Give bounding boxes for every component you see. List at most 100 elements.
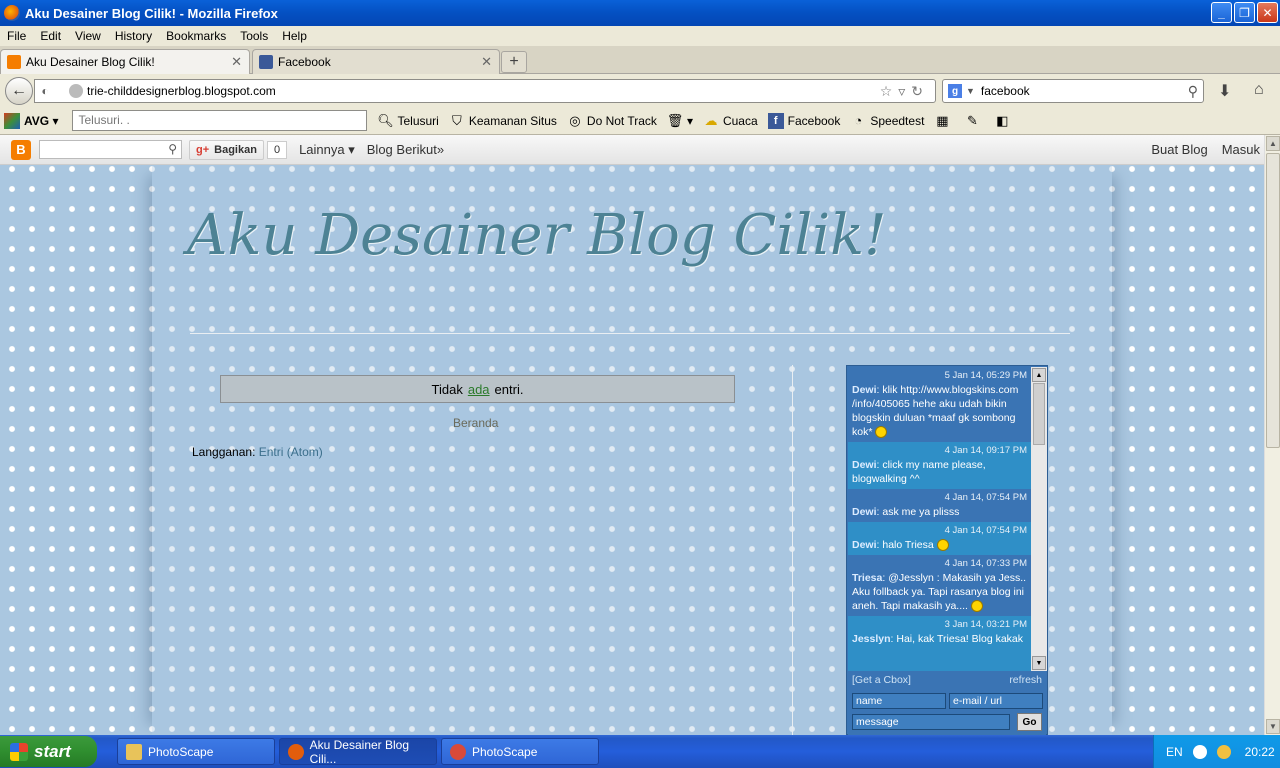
no-posts-link[interactable]: ada	[468, 382, 490, 397]
url-bar[interactable]: ◐ trie-childdesignerblog.blogspot.com ☆▿…	[34, 79, 936, 103]
cbox-message-input[interactable]: message	[852, 714, 1010, 730]
page-scroll-thumb[interactable]	[1266, 153, 1280, 448]
avg-site-safety[interactable]: ⛉ Keamanan Situs	[449, 113, 557, 129]
bookmark-star-icon[interactable]: ☆▿↻	[880, 83, 929, 100]
trash-icon: 🗑︎	[666, 112, 684, 128]
cbox-form: [Get a Cbox] refresh name e-mail / url m…	[848, 673, 1046, 735]
menu-bar: File Edit View History Bookmarks Tools H…	[0, 26, 1280, 46]
get-cbox-link[interactable]: [Get a Cbox]	[852, 674, 911, 686]
share-button[interactable]: g+ Bagikan	[189, 139, 264, 160]
menu-bookmarks[interactable]: Bookmarks	[159, 29, 233, 43]
blogger-search-input[interactable]: ⚲	[39, 140, 182, 159]
blog-title[interactable]: Aku Desainer Blog Cilik!	[187, 203, 887, 268]
speedometer-icon: ◔	[854, 113, 863, 128]
search-input[interactable]: facebook	[981, 84, 1030, 98]
next-blog-link[interactable]: Blog Berikut»	[367, 142, 444, 157]
avg-facebook[interactable]: f Facebook	[767, 112, 840, 129]
smiley-icon	[875, 426, 888, 439]
search-bar[interactable]: g ▼ facebook ⚲	[942, 79, 1204, 103]
page-scrollbar[interactable]: ▲ ▼	[1264, 135, 1280, 735]
sign-in-link[interactable]: Masuk	[1222, 142, 1260, 157]
refresh-link[interactable]: refresh	[1009, 674, 1042, 686]
engine-dropdown-icon[interactable]: ▼	[966, 86, 975, 96]
avg-search-button[interactable]: 🔍︎ Telusuri	[377, 113, 439, 129]
search-icon[interactable]: ⚲	[1188, 83, 1198, 100]
google-plus-icon: g+	[196, 143, 210, 156]
photo-icon: ◧	[996, 112, 1009, 128]
scroll-down-icon[interactable]: ▼	[1032, 656, 1046, 670]
tab-close-icon[interactable]: ✕	[231, 54, 242, 70]
taskbar-item-photoscape-folder[interactable]: PhotoScape	[117, 738, 275, 765]
chat-nick[interactable]: Dewi	[852, 506, 877, 518]
more-dropdown[interactable]: Lainnya ▾	[299, 142, 355, 158]
avg-notepad[interactable]: ✎	[964, 113, 984, 129]
taskbar-item-firefox[interactable]: Aku Desainer Blog Cili...	[279, 738, 437, 766]
cbox-name-input[interactable]: name	[852, 693, 946, 709]
tab-facebook[interactable]: Facebook ✕	[252, 49, 500, 74]
firefox-icon	[288, 743, 304, 760]
avg-search-input[interactable]: Telusuri. .	[72, 110, 368, 131]
chat-nick[interactable]: Dewi	[852, 459, 877, 471]
back-arrow-icon: ←	[11, 82, 27, 99]
atom-feed-link[interactable]: Entri (Atom)	[259, 445, 323, 459]
minimize-button[interactable]: _	[1211, 2, 1232, 23]
scroll-down-icon[interactable]: ▼	[1266, 719, 1280, 734]
identity-icon[interactable]: ◐	[35, 84, 55, 98]
chat-nick[interactable]: Dewi	[852, 384, 877, 396]
chat-nick[interactable]: Triesa	[852, 572, 882, 584]
maximize-button[interactable]: ❐	[1234, 2, 1255, 23]
back-button[interactable]: ←	[5, 77, 33, 105]
system-tray: EN 20:22	[1153, 735, 1280, 768]
avg-weather[interactable]: ☁ Cuaca	[703, 112, 757, 129]
start-button[interactable]: start	[0, 736, 97, 767]
cbox-email-input[interactable]: e-mail / url	[949, 693, 1043, 709]
chat-nick[interactable]: Dewi	[852, 539, 877, 551]
tab-close-icon[interactable]: ✕	[481, 54, 492, 70]
chat-message: 4 Jan 14, 07:33 PM Triesa: @Jesslyn : Ma…	[848, 555, 1031, 616]
shield-icon: ⛉	[451, 112, 462, 128]
blogger-favicon-icon	[7, 55, 21, 69]
new-tab-button[interactable]: +	[501, 51, 527, 73]
avg-logo[interactable]: AVG ▾	[4, 112, 58, 129]
close-button[interactable]: ✕	[1257, 2, 1278, 23]
avg-trash[interactable]: 🗑︎ ▾	[667, 113, 693, 129]
avg-do-not-track[interactable]: ◎ Do Not Track	[567, 113, 657, 129]
home-link[interactable]: Beranda	[453, 416, 498, 430]
share-count: 0	[266, 140, 288, 159]
clock[interactable]: 20:22	[1245, 745, 1275, 759]
url-text[interactable]: trie-childdesignerblog.blogspot.com	[87, 84, 276, 98]
weather-icon: ☁	[704, 112, 718, 128]
avg-speedtest[interactable]: ◔ Speedtest	[850, 113, 924, 129]
menu-history[interactable]: History	[108, 29, 159, 43]
home-icon[interactable]: ⌂	[1254, 81, 1264, 99]
firefox-icon	[4, 5, 20, 21]
download-icon[interactable]: ⬇	[1218, 81, 1231, 101]
warning-icon[interactable]	[1216, 744, 1231, 759]
cbox-go-button[interactable]: Go	[1017, 713, 1042, 731]
scroll-up-icon[interactable]: ▲	[1032, 368, 1046, 382]
facebook-favicon-icon	[259, 55, 273, 69]
menu-edit[interactable]: Edit	[33, 29, 68, 43]
cbox-scroll-thumb[interactable]	[1033, 383, 1045, 445]
menu-help[interactable]: Help	[275, 29, 314, 43]
avg-tool[interactable]: ◧	[994, 113, 1014, 129]
cbox-chat-widget: 5 Jan 14, 05:29 PM Dewi: klik http://www…	[846, 365, 1048, 735]
menu-tools[interactable]: Tools	[233, 29, 275, 43]
create-blog-link[interactable]: Buat Blog	[1151, 142, 1207, 157]
menu-file[interactable]: File	[0, 29, 33, 43]
header-divider	[190, 333, 1070, 334]
chat-nick[interactable]: Jesslyn	[852, 633, 891, 645]
menu-view[interactable]: View	[68, 29, 108, 43]
scroll-up-icon[interactable]: ▲	[1266, 136, 1280, 151]
taskbar-item-photoscape[interactable]: PhotoScape	[441, 738, 599, 765]
avg-calculator[interactable]: ▦	[934, 113, 954, 129]
search-icon[interactable]: ⚲	[168, 142, 177, 156]
google-icon[interactable]: g	[948, 84, 962, 98]
cbox-scrollbar[interactable]: ▲ ▼	[1031, 367, 1047, 671]
tray-expand-icon[interactable]	[1192, 744, 1207, 759]
tab-blog[interactable]: Aku Desainer Blog Cilik! ✕	[0, 49, 250, 74]
blogger-logo-icon[interactable]: B	[11, 139, 31, 160]
language-indicator[interactable]: EN	[1166, 745, 1183, 759]
cbox-message-list: 5 Jan 14, 05:29 PM Dewi: klik http://www…	[848, 367, 1031, 671]
chat-message: 4 Jan 14, 09:17 PM Dewi: click my name p…	[848, 442, 1031, 489]
